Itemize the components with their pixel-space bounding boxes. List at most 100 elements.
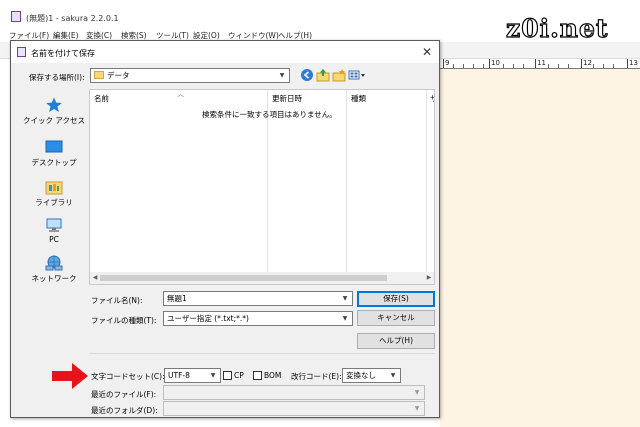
place-quick-access[interactable]: クイック アクセス (19, 95, 89, 135)
cp-label: CP (234, 371, 244, 380)
chevron-down-icon: ▼ (210, 372, 216, 379)
editor-text-area[interactable] (440, 69, 640, 427)
red-arrow-icon (52, 363, 88, 389)
column-separator (426, 90, 427, 272)
ruler-minor-tick (523, 64, 524, 68)
ruler-minor-tick (613, 64, 614, 68)
charset-dropdown[interactable]: UTF-8 ▼ (164, 368, 221, 383)
filename-label: ファイル名(N): (91, 296, 143, 305)
app-icon (11, 11, 21, 22)
ruler-minor-tick (473, 64, 474, 68)
place-desktop[interactable]: デスクトップ (19, 137, 89, 177)
ruler-tick (489, 59, 490, 68)
ruler-minor-tick (513, 64, 514, 68)
empty-message: 検索条件に一致する項目はありません。 (202, 110, 337, 119)
chevron-down-icon: ▼ (414, 389, 420, 396)
chevron-down-icon: ▼ (342, 315, 348, 322)
charset-label: 文字コードセット(C): (91, 372, 165, 381)
recent-files-dropdown[interactable]: ▼ (163, 385, 425, 400)
ruler-tick (581, 59, 582, 68)
watermark-logo: z0i.net (505, 13, 609, 43)
view-menu-icon[interactable] (348, 68, 366, 82)
recent-files-label: 最近のファイル(F): (91, 390, 157, 399)
place-label: デスクトップ (31, 158, 77, 167)
folder-icon (94, 71, 104, 79)
cancel-button[interactable]: キャンセル (357, 310, 435, 326)
place-label: PC (49, 235, 59, 244)
ruler-label: 13 (629, 59, 638, 67)
charset-value: UTF-8 (168, 371, 190, 380)
newline-dropdown[interactable]: 変換なし ▼ (342, 368, 401, 383)
bom-label: BOM (264, 371, 282, 380)
ruler-minor-tick (603, 64, 604, 68)
column-header-name[interactable]: 名前 (94, 93, 109, 104)
ruler-tick (535, 59, 536, 68)
ruler-minor-tick (483, 64, 484, 68)
filetype-label: ファイルの種類(T): (91, 316, 157, 325)
ruler-minor-tick (558, 64, 559, 68)
save-button[interactable]: 保存(S) (357, 291, 435, 307)
ruler-label: 10 (491, 59, 500, 67)
back-icon[interactable] (300, 68, 314, 82)
ruler-minor-tick (593, 64, 594, 68)
library-icon (45, 179, 63, 195)
save-in-dropdown[interactable]: データ ▼ (90, 68, 290, 83)
horizontal-scrollbar[interactable]: ◀ ▶ (90, 272, 434, 284)
scroll-right-icon[interactable]: ▶ (424, 272, 434, 284)
ruler-minor-tick (463, 64, 464, 68)
dialog-app-icon (17, 47, 26, 57)
place-pc[interactable]: PC (19, 215, 89, 255)
recent-folders-dropdown[interactable]: ▼ (163, 401, 425, 416)
column-header-modified[interactable]: 更新日時 (272, 93, 302, 104)
column-separator (346, 90, 347, 272)
chevron-down-icon: ▼ (279, 72, 285, 79)
desktop-icon (45, 139, 63, 155)
ruler-label: 12 (583, 59, 592, 67)
chevron-down-icon: ▼ (390, 372, 396, 379)
app-title: (無題)1 - sakura 2.2.0.1 (26, 14, 119, 23)
help-button[interactable]: ヘルプ(H) (357, 333, 435, 349)
chevron-down-icon[interactable]: ▼ (340, 292, 350, 305)
places-bar: クイック アクセス デスクトップ ライブラリ PC ネットワーク (19, 91, 89, 287)
filename-value: 無題1 (167, 294, 187, 303)
pc-icon (45, 217, 63, 233)
scroll-left-icon[interactable]: ◀ (90, 272, 100, 284)
ruler-minor-tick (453, 64, 454, 68)
place-label: ネットワーク (31, 274, 77, 283)
dialog-titlebar: 名前を付けて保存 ✕ (11, 41, 439, 63)
ruler-tick (627, 59, 628, 68)
network-icon (45, 255, 63, 271)
filetype-dropdown[interactable]: ユーザー指定 (*.txt;*.*) ▼ (163, 311, 353, 326)
close-icon[interactable]: ✕ (415, 41, 439, 63)
ruler-minor-tick (568, 64, 569, 68)
place-label: ライブラリ (35, 198, 73, 207)
place-library[interactable]: ライブラリ (19, 177, 89, 217)
star-icon (45, 97, 63, 113)
ruler: 9 10 11 12 13 (440, 59, 640, 69)
sort-ascending-icon: ︿ (177, 90, 184, 98)
place-label: クイック アクセス (22, 116, 85, 125)
filename-input[interactable]: 無題1 ▼ (163, 291, 353, 306)
newline-value: 変換なし (346, 371, 376, 380)
divider (89, 353, 435, 354)
up-folder-icon[interactable] (316, 68, 330, 82)
save-in-value: データ (107, 71, 130, 80)
chevron-down-icon: ▼ (414, 405, 420, 412)
column-header-size[interactable]: サ (430, 93, 434, 104)
place-network[interactable]: ネットワーク (19, 253, 89, 293)
save-in-label: 保存する場所(I): (29, 73, 85, 82)
recent-folders-label: 最近のフォルダ(D): (91, 406, 158, 415)
dialog-title: 名前を付けて保存 (31, 49, 95, 58)
ruler-minor-tick (548, 64, 549, 68)
new-folder-icon[interactable] (332, 68, 346, 82)
newline-label: 改行コード(E): (291, 372, 342, 381)
file-list[interactable]: 名前 ︿ 更新日時 種類 サ 検索条件に一致する項目はありません。 ◀ ▶ (89, 89, 435, 285)
column-header-type[interactable]: 種類 (351, 93, 366, 104)
ruler-label: 11 (537, 59, 546, 67)
scrollbar-thumb[interactable] (100, 275, 387, 281)
ruler-label: 9 (445, 59, 450, 67)
cp-checkbox[interactable] (223, 371, 232, 380)
bom-checkbox[interactable] (253, 371, 262, 380)
filetype-value: ユーザー指定 (*.txt;*.*) (167, 314, 249, 323)
ruler-tick (443, 59, 444, 68)
